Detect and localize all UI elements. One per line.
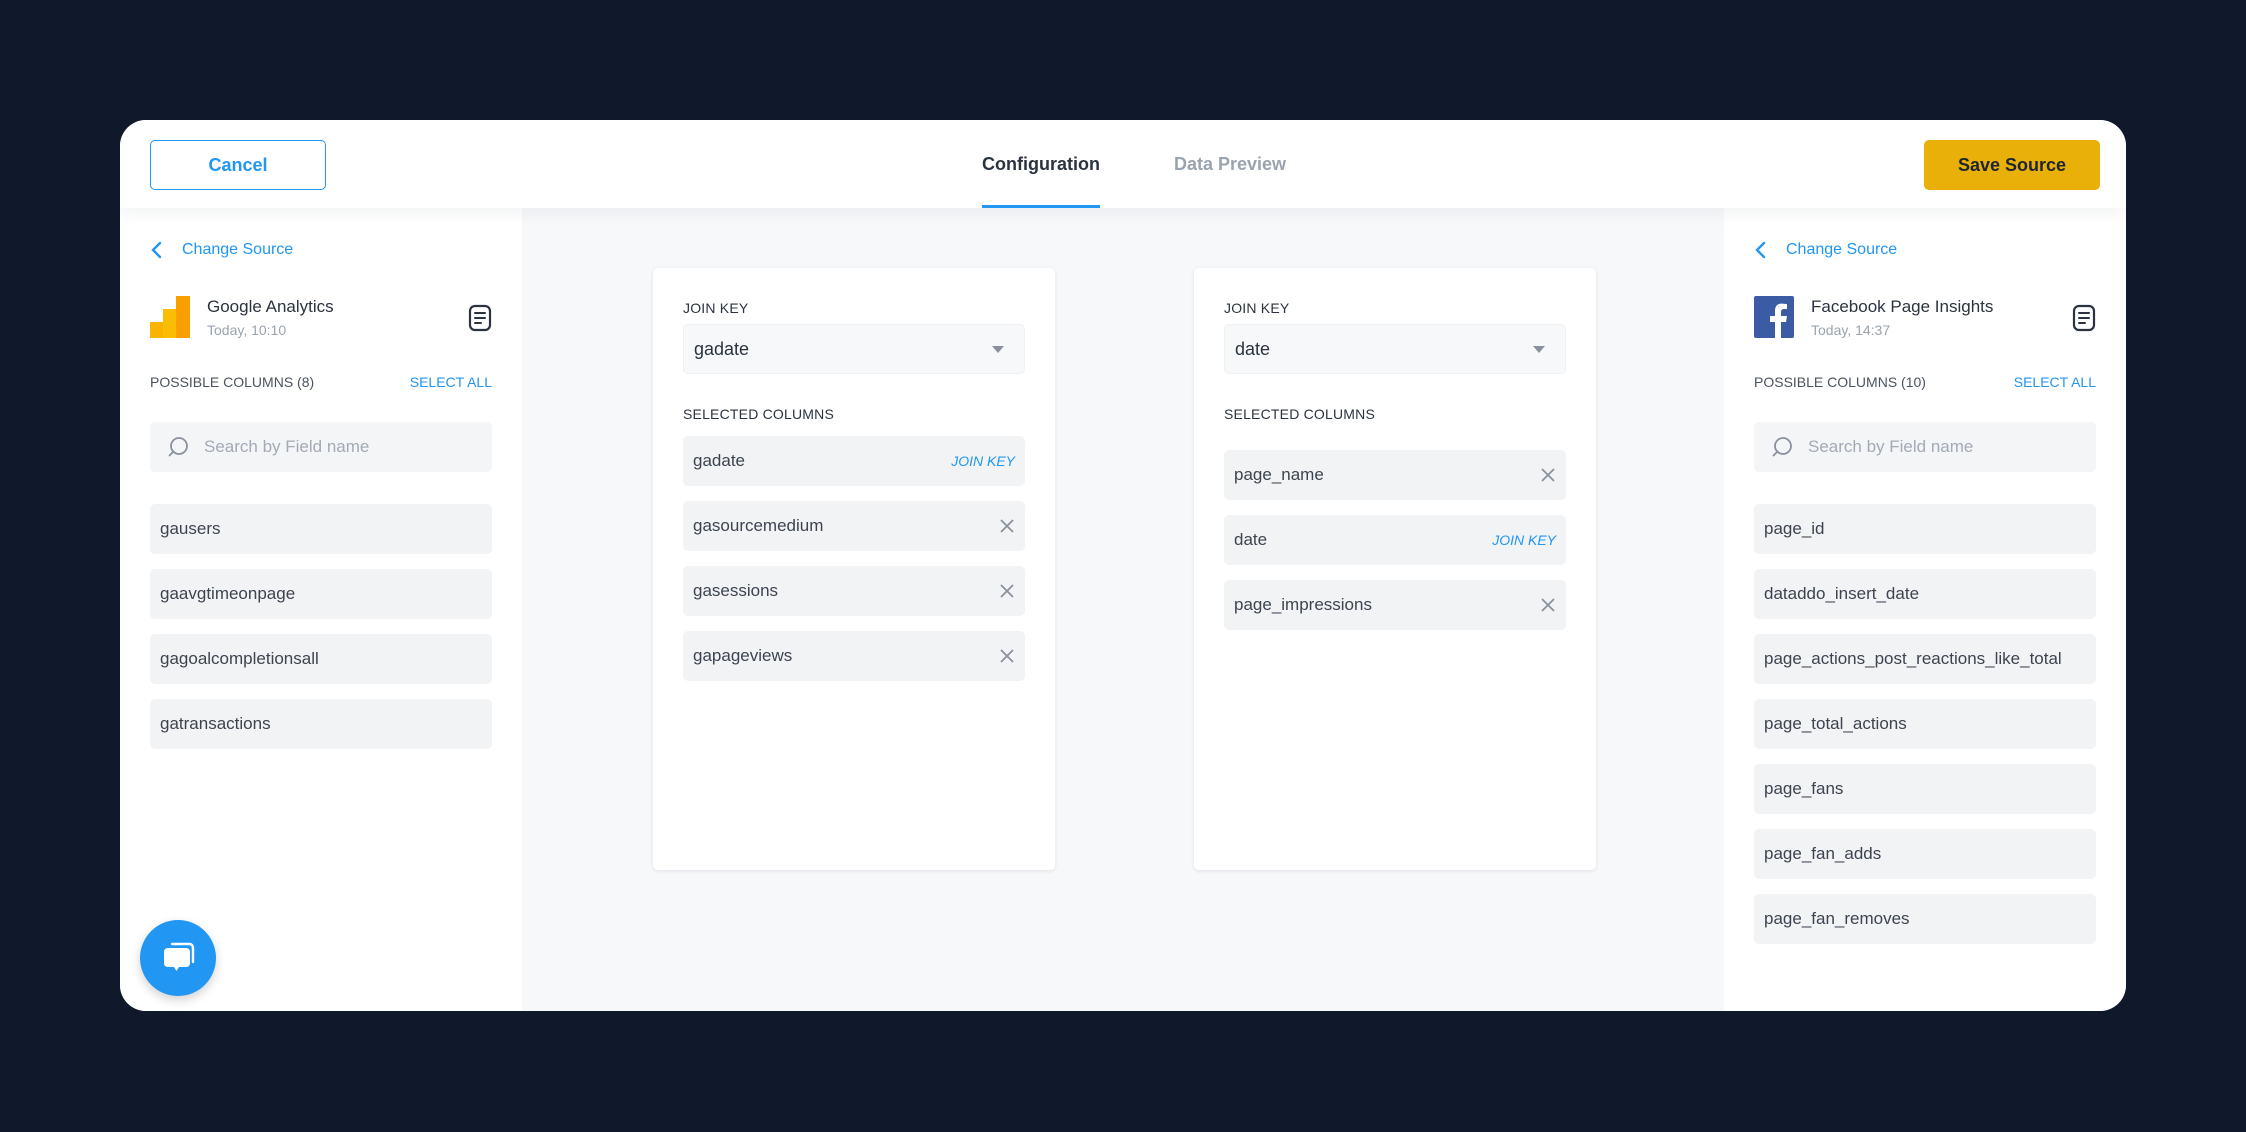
select-all-button[interactable]: SELECT ALL: [410, 374, 492, 390]
chevron-left-icon: [151, 241, 162, 259]
selected-column-name: date: [1234, 530, 1268, 549]
selected-columns-list: page_namedate JOIN KEY page_impressions: [1224, 450, 1566, 630]
selected-column-name: gasessions: [693, 581, 779, 600]
selected-column-item: date JOIN KEY: [1224, 515, 1566, 565]
chat-support-button[interactable]: [140, 920, 216, 996]
remove-column-close-icon[interactable]: [999, 583, 1015, 599]
remove-column-close-icon[interactable]: [1540, 467, 1556, 483]
selected-column-name: gasourcemedium: [693, 516, 824, 535]
selected-column-item: gasessions: [683, 566, 1025, 616]
possible-columns-list: gausers gaavgtimeonpage gagoalcompletionsa…: [150, 504, 492, 749]
chevron-left-icon: [1755, 241, 1766, 259]
column-item[interactable]: page_total_actions: [1754, 699, 2096, 749]
selected-column-item: gadate JOIN KEY: [683, 436, 1025, 486]
field-search-right[interactable]: [1754, 422, 2096, 472]
search-icon: [168, 437, 188, 457]
google-analytics-logo-icon: [150, 296, 190, 338]
selected-columns-list: gadate JOIN KEY gasourcemedium gasessions ga…: [683, 436, 1025, 681]
column-item[interactable]: page_fans: [1754, 764, 2096, 814]
chat-bubble-icon: [164, 942, 195, 971]
possible-columns-header: POSSIBLE COLUMNS (8) SELECT ALL: [150, 374, 492, 390]
possible-columns-header: POSSIBLE COLUMNS (10) SELECT ALL: [1754, 374, 2096, 390]
right-source-sidebar: Change Source Facebook Page Insights Tod…: [1724, 208, 2126, 1011]
source-info-left: Google Analytics Today, 10:10: [150, 294, 492, 340]
field-search-left[interactable]: [150, 422, 492, 472]
selected-column-item: gasourcemedium: [683, 501, 1025, 551]
document-icon[interactable]: [468, 304, 492, 332]
column-item[interactable]: page_fan_adds: [1754, 829, 2096, 879]
column-item[interactable]: page_id: [1754, 504, 2096, 554]
right-join-panel: JOIN KEY date SELECTED COLUMNS page_name…: [1194, 268, 1596, 870]
remove-column-close-icon[interactable]: [999, 648, 1015, 664]
remove-column-close-icon[interactable]: [999, 518, 1015, 534]
column-item[interactable]: gaavgtimeonpage: [150, 569, 492, 619]
source-time: Today, 14:37: [1811, 321, 1891, 338]
facebook-logo-icon: [1754, 296, 1794, 338]
column-item[interactable]: gatransactions: [150, 699, 492, 749]
column-item[interactable]: gausers: [150, 504, 492, 554]
dropdown-caret-icon: [1533, 346, 1545, 353]
column-item[interactable]: page_fan_removes: [1754, 894, 2096, 944]
tab-bar: Configuration Data Preview: [982, 120, 1286, 208]
selected-column-item: page_impressions: [1224, 580, 1566, 630]
selected-columns-label: SELECTED COLUMNS: [1224, 406, 1376, 422]
join-key-label: JOIN KEY: [1224, 300, 1290, 316]
selected-column-name: page_name: [1234, 465, 1324, 484]
join-key-select[interactable]: gadate: [683, 324, 1025, 374]
tab-data-preview[interactable]: Data Preview: [1174, 120, 1286, 208]
possible-columns-label: POSSIBLE COLUMNS (10): [1754, 374, 1926, 390]
join-key-select[interactable]: date: [1224, 324, 1566, 374]
join-key-tag: JOIN KEY: [951, 453, 1015, 469]
dropdown-caret-icon: [992, 346, 1004, 353]
selected-column-name: gapageviews: [693, 646, 793, 665]
change-source-link-left[interactable]: Change Source: [150, 240, 293, 260]
change-source-label: Change Source: [1786, 241, 1898, 258]
column-item[interactable]: page_actions_post_reactions_like_total: [1754, 634, 2096, 684]
select-all-button[interactable]: SELECT ALL: [2014, 374, 2096, 390]
possible-columns-list: page_id dataddo_insert_date page_actions_p…: [1754, 504, 2096, 944]
cancel-button[interactable]: Cancel: [150, 140, 326, 190]
source-config-card: Cancel Configuration Data Preview Save S…: [120, 120, 2126, 1011]
left-source-sidebar: Change Source Google Analytics Today, 10…: [120, 208, 522, 1011]
search-icon: [1772, 437, 1792, 457]
source-info-right: Facebook Page Insights Today, 14:37: [1754, 294, 2096, 340]
selected-columns-label: SELECTED COLUMNS: [683, 406, 835, 422]
selected-column-item: page_name: [1224, 450, 1566, 500]
change-source-link-right[interactable]: Change Source: [1754, 240, 1897, 260]
source-name: Facebook Page Insights: [1811, 296, 1994, 316]
save-source-button[interactable]: Save Source: [1924, 140, 2100, 190]
source-name: Google Analytics: [207, 296, 334, 316]
source-time: Today, 10:10: [207, 321, 287, 338]
column-item[interactable]: gagoalcompletionsall: [150, 634, 492, 684]
search-input[interactable]: [204, 437, 492, 457]
remove-column-close-icon[interactable]: [1540, 597, 1556, 613]
selected-column-name: page_impressions: [1234, 595, 1372, 614]
selected-column-item: gapageviews: [683, 631, 1025, 681]
column-item[interactable]: dataddo_insert_date: [1754, 569, 2096, 619]
tab-configuration[interactable]: Configuration: [982, 120, 1100, 208]
possible-columns-label: POSSIBLE COLUMNS (8): [150, 374, 315, 390]
join-key-label: JOIN KEY: [683, 300, 749, 316]
join-key-tag: JOIN KEY: [1492, 532, 1556, 548]
change-source-label: Change Source: [182, 241, 294, 258]
document-icon[interactable]: [2072, 304, 2096, 332]
search-input[interactable]: [1808, 437, 2096, 457]
join-key-value: gadate: [694, 338, 750, 359]
header: Cancel Configuration Data Preview Save S…: [120, 120, 2126, 208]
left-join-panel: JOIN KEY gadate SELECTED COLUMNS gadate J…: [653, 268, 1055, 870]
selected-column-name: gadate: [693, 451, 745, 470]
join-key-value: date: [1235, 338, 1271, 359]
